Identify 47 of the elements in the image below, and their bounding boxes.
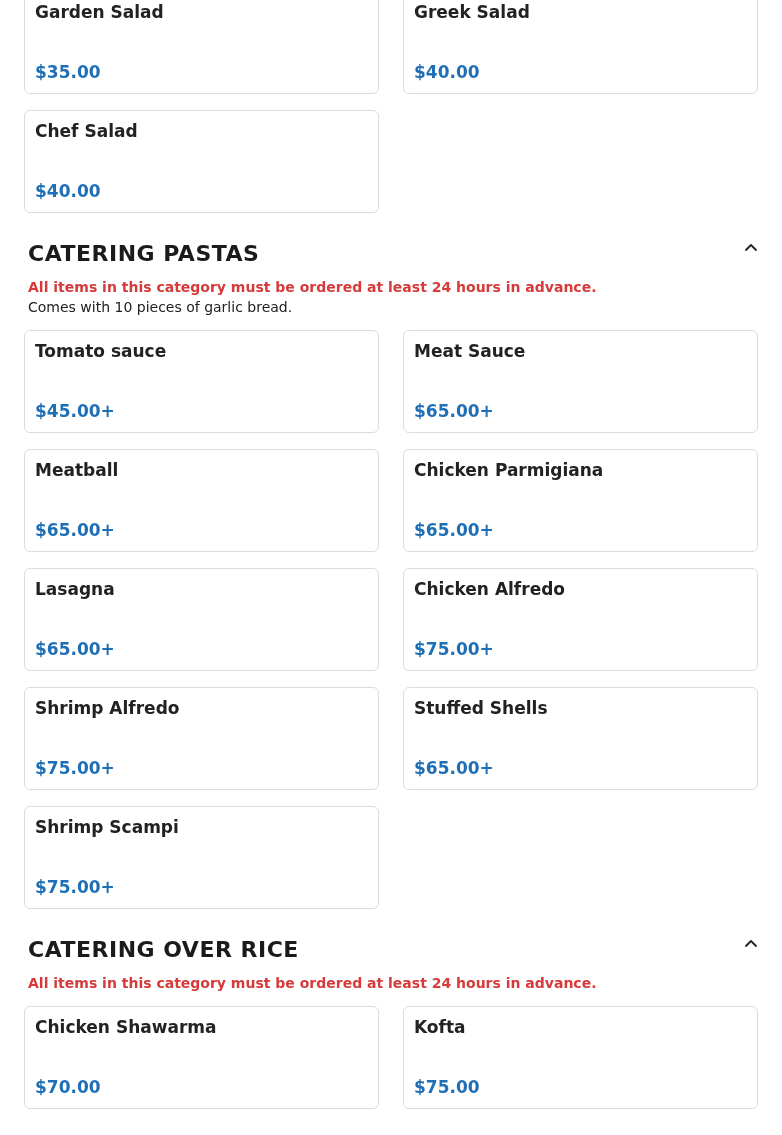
section-title: CATERING OVER RICE <box>28 936 299 964</box>
item-price: $75.00+ <box>35 757 116 779</box>
menu-item-card[interactable]: Chicken Parmigiana $65.00+ <box>403 449 758 552</box>
item-name: Meat Sauce <box>414 340 527 362</box>
item-name: Kofta <box>414 1016 467 1038</box>
item-name: Meatball <box>35 459 120 481</box>
item-price: $35.00 <box>35 61 102 83</box>
item-price: $75.00 <box>414 1076 481 1098</box>
item-price: $65.00+ <box>414 519 495 541</box>
menu-item-card[interactable]: Meat Sauce $65.00+ <box>403 330 758 433</box>
item-price: $75.00+ <box>35 876 116 898</box>
menu-item-card[interactable]: Stuffed Shells $65.00+ <box>403 687 758 790</box>
menu-item-card[interactable]: Meatball $65.00+ <box>24 449 379 552</box>
item-name: Chicken Alfredo <box>414 578 567 600</box>
item-name: Shrimp Alfredo <box>35 697 181 719</box>
advance-notice: All items in this category must be ordered at least 24 hours in advance. <box>28 974 598 993</box>
menu-item-card[interactable]: Kofta $75.00 <box>403 1006 758 1109</box>
item-price: $40.00 <box>35 180 102 202</box>
item-price: $65.00+ <box>35 519 116 541</box>
menu-item-card[interactable]: Tomato sauce $45.00+ <box>24 330 379 433</box>
item-price: $40.00 <box>414 61 481 83</box>
menu-item-card[interactable]: Chicken Shawarma $70.00 <box>24 1006 379 1109</box>
item-name: Garden Salad <box>35 1 165 23</box>
item-name: Stuffed Shells <box>414 697 549 719</box>
menu-item-card[interactable]: Garden Salad $35.00 <box>24 0 379 94</box>
item-name: Tomato sauce <box>35 340 168 362</box>
menu-item-card[interactable]: Lasagna $65.00+ <box>24 568 379 671</box>
section-description: Comes with 10 pieces of garlic bread. <box>28 298 294 317</box>
item-price: $45.00+ <box>35 400 116 422</box>
menu-item-card[interactable]: Chicken Alfredo $75.00+ <box>403 568 758 671</box>
item-name: Shrimp Scampi <box>35 816 180 838</box>
item-name: Chef Salad <box>35 120 139 142</box>
section-title: CATERING PASTAS <box>28 240 260 268</box>
item-price: $70.00 <box>35 1076 102 1098</box>
menu-item-card[interactable]: Greek Salad $40.00 <box>403 0 758 94</box>
menu-item-card[interactable]: Shrimp Alfredo $75.00+ <box>24 687 379 790</box>
item-price: $65.00+ <box>414 400 495 422</box>
menu-item-card[interactable]: Chef Salad $40.00 <box>24 110 379 213</box>
menu-item-card[interactable]: Shrimp Scampi $75.00+ <box>24 806 379 909</box>
item-price: $65.00+ <box>414 757 495 779</box>
item-price: $65.00+ <box>35 638 116 660</box>
item-name: Greek Salad <box>414 1 531 23</box>
item-name: Chicken Parmigiana <box>414 459 605 481</box>
advance-notice: All items in this category must be ordered at least 24 hours in advance. <box>28 278 598 297</box>
item-price: $75.00+ <box>414 638 495 660</box>
item-name: Chicken Shawarma <box>35 1016 218 1038</box>
item-name: Lasagna <box>35 578 116 600</box>
